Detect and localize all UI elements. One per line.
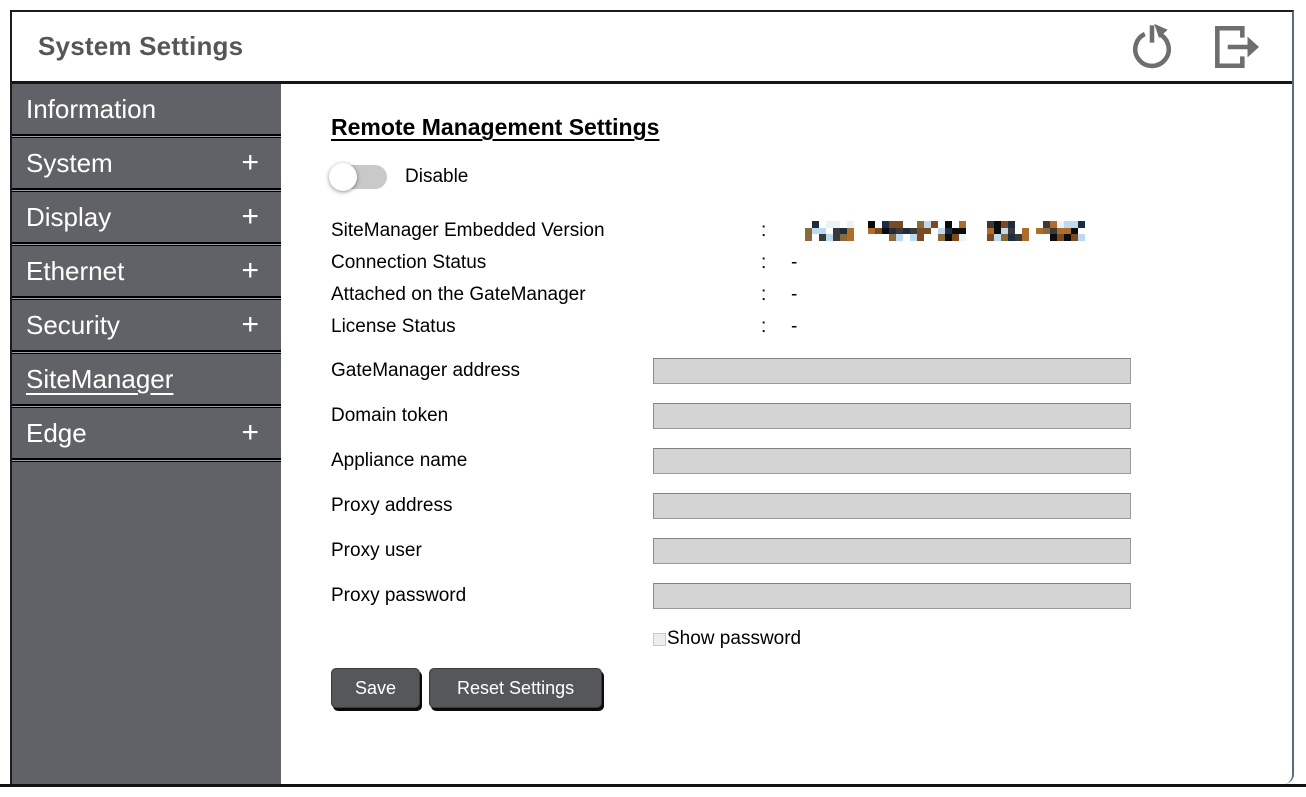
window-bottom-edge — [0, 784, 1306, 787]
header: System Settings — [12, 12, 1292, 84]
button-row: Save Reset Settings — [331, 668, 1292, 708]
header-icons — [1126, 20, 1262, 74]
save-button[interactable]: Save — [331, 668, 420, 708]
appliance-name-input[interactable] — [653, 448, 1131, 474]
screen: System Settings Information — [0, 0, 1306, 797]
show-password-row: Show password — [653, 627, 1292, 651]
sidebar-item-edge[interactable]: Edge + — [12, 408, 281, 458]
toggle-knob — [329, 163, 357, 191]
remote-management-toggle-row: Disable — [331, 165, 1292, 189]
proxy-address-input[interactable] — [653, 493, 1131, 519]
sidebar-item-security[interactable]: Security + — [12, 300, 281, 350]
status-block: SiteManager Embedded Version : Connectio… — [331, 215, 1292, 343]
status-row-version: SiteManager Embedded Version : — [331, 215, 1292, 247]
status-row-connection: Connection Status : - — [331, 247, 1292, 279]
field-row: Proxy password — [331, 582, 1292, 609]
disable-toggle[interactable] — [331, 165, 387, 189]
form-block: GateManager address Domain token Applian… — [331, 357, 1292, 609]
status-row-license: License Status : - — [331, 311, 1292, 343]
toggle-label: Disable — [405, 166, 468, 188]
sidebar-item-system[interactable]: System + — [12, 138, 281, 188]
field-row: Proxy user — [331, 537, 1292, 564]
logout-icon[interactable] — [1206, 22, 1262, 72]
reset-settings-button[interactable]: Reset Settings — [429, 668, 602, 708]
proxy-password-input[interactable] — [653, 583, 1131, 609]
expand-plus-icon: + — [241, 418, 265, 448]
sidebar-item-sitemanager[interactable]: SiteManager — [12, 354, 281, 404]
proxy-user-input[interactable] — [653, 538, 1131, 564]
main-content: Remote Management Settings Disable SiteM… — [281, 84, 1292, 784]
restart-icon[interactable] — [1126, 20, 1178, 74]
section-heading: Remote Management Settings — [331, 114, 1292, 141]
field-row: Proxy address — [331, 492, 1292, 519]
sidebar-item-display[interactable]: Display + — [12, 192, 281, 242]
field-row: Domain token — [331, 402, 1292, 429]
show-password-checkbox[interactable] — [653, 633, 666, 646]
sidebar-filler — [12, 462, 281, 784]
system-settings-window: System Settings Information — [10, 10, 1294, 784]
field-row: GateManager address — [331, 357, 1292, 384]
field-row: Appliance name — [331, 447, 1292, 474]
expand-plus-icon: + — [241, 310, 265, 340]
redacted-version-value — [805, 221, 1087, 241]
gatemanager-address-input[interactable] — [653, 358, 1131, 384]
sidebar-item-ethernet[interactable]: Ethernet + — [12, 246, 281, 296]
show-password-label: Show password — [667, 628, 801, 650]
status-row-attached: Attached on the GateManager : - — [331, 279, 1292, 311]
expand-plus-icon: + — [241, 256, 265, 286]
domain-token-input[interactable] — [653, 403, 1131, 429]
page-title: System Settings — [38, 31, 243, 62]
sidebar-nav: Information System + Display + Ethernet … — [12, 84, 281, 784]
sidebar-item-information[interactable]: Information — [12, 84, 281, 134]
expand-plus-icon: + — [241, 202, 265, 232]
body: Information System + Display + Ethernet … — [12, 84, 1292, 784]
expand-plus-icon: + — [241, 148, 265, 178]
